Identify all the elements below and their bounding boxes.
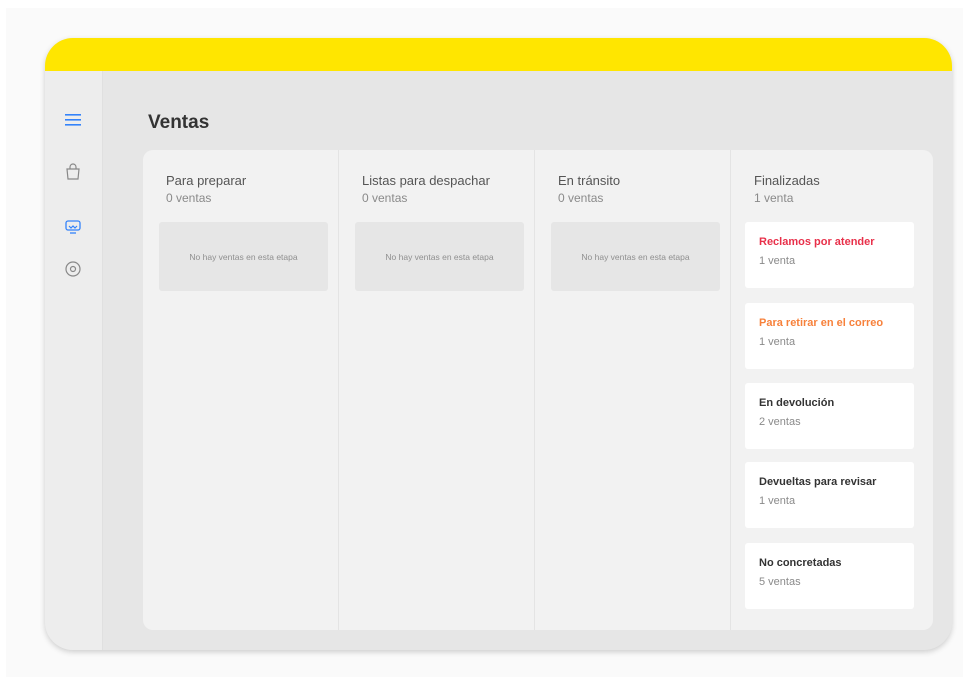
empty-state: No hay ventas en esta etapa <box>355 222 524 291</box>
status-card-devueltas-revisar[interactable]: Devueltas para revisar 1 venta <box>745 462 914 528</box>
menu-icon[interactable] <box>64 111 82 129</box>
card-title: No concretadas <box>759 557 842 569</box>
page-title: Ventas <box>148 112 210 133</box>
column-title: Finalizadas <box>754 173 820 188</box>
card-count: 1 venta <box>759 495 796 507</box>
device-frame: Ventas Para preparar 0 ventas No hay ven… <box>45 38 952 650</box>
card-count: 2 ventas <box>759 416 801 428</box>
column-count: 0 ventas <box>362 191 408 205</box>
card-count: 1 venta <box>759 255 796 267</box>
settings-icon[interactable] <box>64 260 82 278</box>
card-count: 1 venta <box>759 336 796 348</box>
column-listas-para-despachar: Listas para despachar 0 ventas No hay ve… <box>339 150 535 630</box>
empty-state: No hay ventas en esta etapa <box>159 222 328 291</box>
sales-icon[interactable] <box>64 218 82 236</box>
top-bar <box>45 38 952 71</box>
card-title: Para retirar en el correo <box>759 317 884 329</box>
column-count: 0 ventas <box>558 191 604 205</box>
column-en-transito: En tránsito 0 ventas No hay ventas en es… <box>535 150 731 630</box>
card-title: Devueltas para revisar <box>759 476 877 488</box>
card-count: 5 ventas <box>759 576 801 588</box>
status-card-retirar-correo[interactable]: Para retirar en el correo 1 venta <box>745 303 914 369</box>
shopping-bag-icon[interactable] <box>64 163 82 181</box>
column-title: Para preparar <box>166 173 247 188</box>
status-card-en-devolucion[interactable]: En devolución 2 ventas <box>745 383 914 449</box>
card-title: En devolución <box>759 397 835 409</box>
sales-board: Para preparar 0 ventas No hay ventas en … <box>143 150 933 630</box>
column-count: 0 ventas <box>166 191 212 205</box>
column-count: 1 venta <box>754 191 794 205</box>
main-content: Ventas Para preparar 0 ventas No hay ven… <box>102 71 952 650</box>
status-card-no-concretadas[interactable]: No concretadas 5 ventas <box>745 543 914 609</box>
card-title: Reclamos por atender <box>759 236 875 248</box>
sidebar <box>45 71 103 650</box>
column-para-preparar: Para preparar 0 ventas No hay ventas en … <box>143 150 339 630</box>
column-title: Listas para despachar <box>362 173 490 188</box>
status-card-reclamos[interactable]: Reclamos por atender 1 venta <box>745 222 914 288</box>
empty-state: No hay ventas en esta etapa <box>551 222 720 291</box>
column-title: En tránsito <box>558 173 621 188</box>
column-finalizadas: Finalizadas 1 venta Reclamos por atender… <box>731 150 933 630</box>
